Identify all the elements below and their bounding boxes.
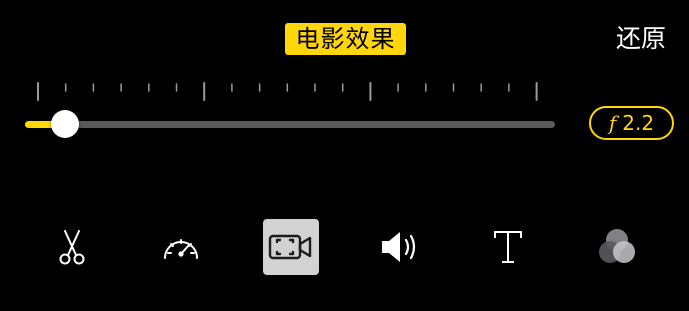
- filters-icon: [594, 224, 640, 270]
- scissors-icon: [52, 227, 92, 267]
- speedometer-icon: [159, 227, 203, 267]
- slider-thumb[interactable]: [51, 110, 79, 138]
- aperture-ruler: [37, 82, 538, 101]
- volume-tool-button[interactable]: [371, 219, 427, 275]
- speaker-icon: [376, 227, 422, 267]
- trim-tool-button[interactable]: [44, 219, 100, 275]
- cinematic-video-icon: [267, 230, 315, 264]
- filters-tool-button[interactable]: [589, 219, 645, 275]
- reset-button[interactable]: 还原: [608, 22, 674, 56]
- speed-tool-button[interactable]: [153, 219, 209, 275]
- aperture-value: 2.2: [622, 111, 655, 135]
- aperture-value-button[interactable]: f 2.2: [589, 106, 674, 140]
- cinematic-mode-badge: 电影效果: [285, 23, 406, 55]
- text-tool-button[interactable]: [480, 219, 536, 275]
- cinematic-tool-button[interactable]: [263, 219, 319, 275]
- edit-toolbar: [0, 219, 689, 277]
- aperture-slider[interactable]: [25, 110, 555, 138]
- f-stop-symbol: f: [608, 111, 617, 135]
- text-icon: [490, 227, 526, 267]
